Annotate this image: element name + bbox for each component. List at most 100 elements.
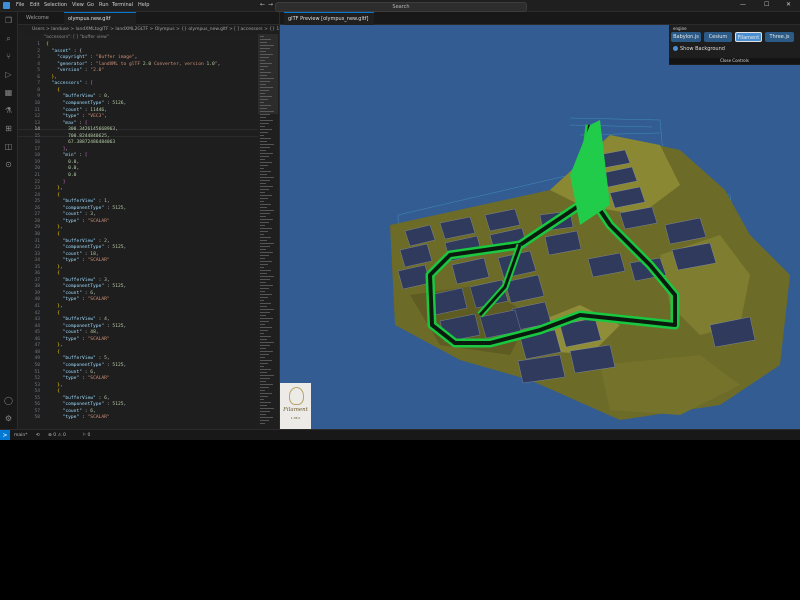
nav-back-icon[interactable]: ← [260,1,265,8]
code-line[interactable]: "type" : "SCALAR" [46,337,110,342]
code-line[interactable]: 0.0 [46,173,76,178]
code-line[interactable]: "count" : 6, [46,409,96,414]
tab-welcome[interactable]: Welcome [22,12,64,24]
code-line[interactable]: "componentType" : 5125, [46,324,127,329]
code-line[interactable]: "count" : 3, [46,212,96,217]
code-line[interactable]: "bufferView" : 0, [46,94,110,99]
gltf-3d-viewport[interactable]: engine Babylon.js Cesium Filament Three.… [280,25,800,429]
run-debug-icon[interactable]: ▷ [4,70,13,79]
code-line[interactable]: "componentType" : 5125, [46,206,127,211]
code-line[interactable]: "count" : 11446, [46,108,107,113]
code-line[interactable]: }, [46,304,63,309]
code-line[interactable]: "count" : 6, [46,370,96,375]
code-line[interactable]: "copyright" : "Buffer image", [46,55,137,60]
code-line[interactable]: "type" : "SCALAR" [46,258,110,263]
remote-indicator-icon[interactable]: >< [0,430,10,440]
code-line[interactable]: "bufferView" : 6, [46,396,110,401]
testing-icon[interactable]: ⚗ [4,106,13,115]
menu-run[interactable]: Run [99,2,109,8]
close-window-button[interactable]: ✕ [786,1,791,8]
problems-indicator[interactable]: ⊗ 0 ⚠ 0 [48,430,66,440]
command-center-search[interactable]: Search [275,1,527,12]
code-line[interactable]: "accessors" : [ [46,81,94,86]
code-line[interactable]: "count" : 18, [46,252,99,257]
code-line[interactable]: }, [46,75,58,80]
code-line[interactable]: "type" : "SCALAR" [46,415,110,420]
tab-gltf-file[interactable]: olympus.new.gltf [64,12,136,25]
code-line[interactable]: "count" : 6, [46,291,96,296]
engine-cesium-button[interactable]: Cesium [704,32,732,42]
sticky-scroll-header[interactable]: "accessors": [ ] "buffer view" [18,34,258,41]
code-line[interactable]: "bufferView" : 5, [46,356,110,361]
menu-help[interactable]: Help [138,2,149,8]
maximize-button[interactable]: ☐ [764,1,769,8]
code-line[interactable]: "componentType" : 5125, [46,402,127,407]
code-line[interactable]: "type" : "SCALAR" [46,219,110,224]
code-line[interactable]: 0.0, [46,160,79,165]
engine-filament-button[interactable]: Filament [735,32,762,42]
code-line[interactable]: ] [46,180,66,185]
menu-file[interactable]: File [16,2,24,8]
minimize-button[interactable]: — [740,1,746,8]
code-line[interactable]: { [46,311,60,316]
code-line[interactable]: "bufferView" : 1, [46,199,110,204]
menu-selection[interactable]: Selection [44,2,67,8]
code-editor[interactable]: 1 {2 "asset" : {3 "copyright" : "Buffer i… [18,41,258,429]
code-line[interactable]: 67.38872486484063 [46,140,115,145]
tab-gltf-preview[interactable]: glTF Preview [olympus_new.gltf] [284,12,374,25]
code-line[interactable]: "bufferView" : 3, [46,278,110,283]
code-line[interactable]: "componentType" : 5125, [46,245,127,250]
code-line[interactable]: }, [46,343,63,348]
close-controls-button[interactable]: Close Controls [669,58,800,64]
sync-icon[interactable]: ⟲ [36,430,40,440]
code-line[interactable]: "type" : "SCALAR" [46,297,110,302]
extensions-icon[interactable]: ▦ [4,88,13,97]
code-line[interactable]: }, [46,225,63,230]
menu-terminal[interactable]: Terminal [112,2,133,8]
code-line[interactable]: "generator" : "landXML to glTF 2.0 Conve… [46,62,220,67]
ports-indicator[interactable]: ⚐ 0 [82,430,90,440]
code-line[interactable]: "bufferView" : 2, [46,239,110,244]
code-line[interactable]: { [46,232,60,237]
code-line[interactable]: "componentType" : 5125, [46,284,127,289]
code-line[interactable]: "version" : "2.0" [46,68,104,73]
remote-icon[interactable]: ⊞ [4,124,13,133]
code-line[interactable]: { [46,389,60,394]
menu-view[interactable]: View [72,2,84,8]
code-line[interactable]: { [46,193,60,198]
account-icon[interactable]: ◯ [4,396,13,405]
code-line[interactable]: "asset" : { [46,49,82,54]
code-line[interactable]: 700.8244840625, [46,134,110,139]
code-line[interactable]: "componentType" : 5126, [46,101,127,106]
settings-gear-icon[interactable]: ⚙ [4,414,13,423]
menu-edit[interactable]: Edit [30,2,40,8]
nav-forward-icon[interactable]: → [268,1,273,8]
code-line[interactable]: "type" : "SCALAR" [46,376,110,381]
code-line[interactable]: "count" : 48, [46,330,99,335]
code-line[interactable]: }, [46,265,63,270]
explorer-icon[interactable]: ❐ [4,16,13,25]
engine-babylon-button[interactable]: Babylon.js [671,32,701,42]
code-line[interactable]: "max" : [ [46,121,88,126]
code-line[interactable]: "min" : [ [46,153,88,158]
show-background-toggle[interactable]: Show Background [673,46,725,52]
tree-icon[interactable]: ⊙ [4,160,13,169]
breadcrumb[interactable]: Users > landuse > landXMLtoglTF > landXM… [18,25,280,34]
menu-go[interactable]: Go [87,2,94,8]
code-line[interactable]: 300.3426145668963, [46,127,118,132]
minimap-slider[interactable] [258,34,278,114]
code-line[interactable]: { [46,350,60,355]
source-control-icon[interactable]: ⑂ [4,52,13,61]
code-line[interactable]: "type" : "VEC3", [46,114,107,119]
branch-indicator[interactable]: main* [14,430,28,440]
code-line[interactable]: "componentType" : 5125, [46,363,127,368]
engine-three-button[interactable]: Three.js [765,32,794,42]
code-line[interactable]: { [46,88,60,93]
code-line[interactable]: }, [46,186,63,191]
code-line[interactable]: }, [46,383,63,388]
code-line[interactable]: ], [46,147,69,152]
code-line[interactable]: { [46,271,60,276]
code-line[interactable]: 0.0, [46,166,79,171]
search-icon[interactable]: ⌕ [4,34,13,43]
code-line[interactable]: { [46,42,49,47]
